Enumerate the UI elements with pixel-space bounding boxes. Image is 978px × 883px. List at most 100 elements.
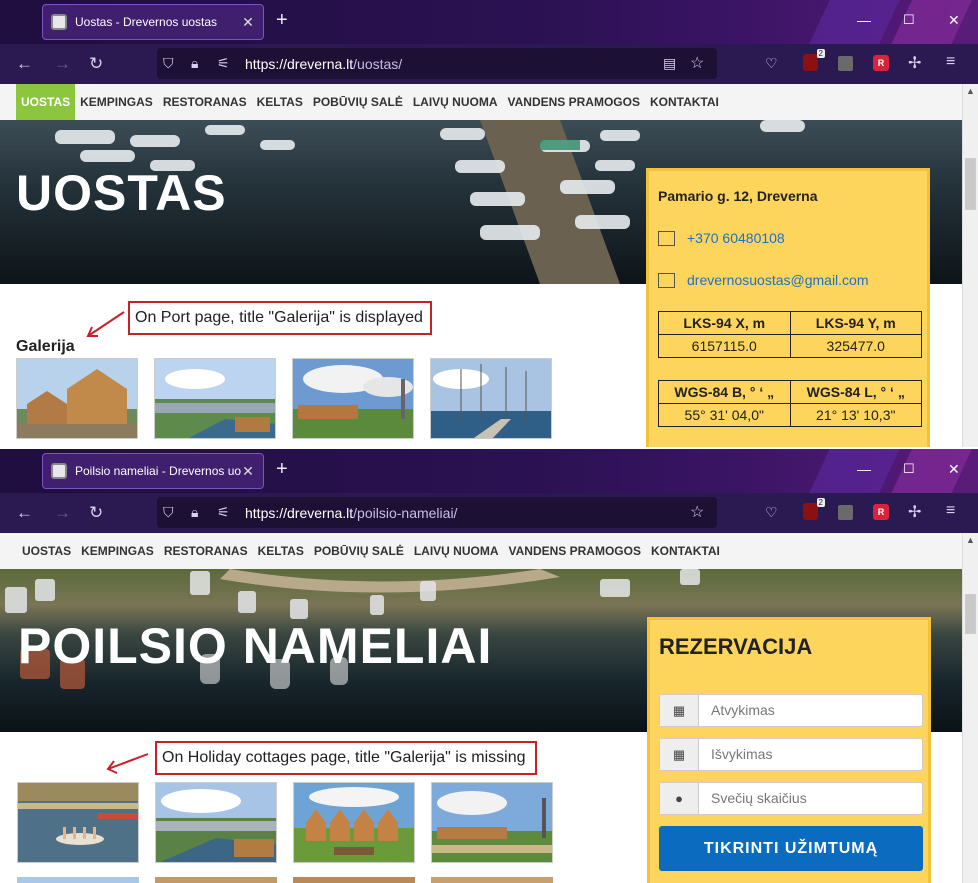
checkout-input[interactable]: ▦ Išvykimas	[659, 738, 923, 771]
gallery-thumbnail[interactable]	[293, 877, 415, 883]
contact-box: Pamario g. 12, Dreverna +370 60480108 dr…	[646, 168, 930, 448]
maximize-icon[interactable]: ☐	[903, 12, 915, 28]
forward-icon[interactable]: →	[54, 503, 71, 523]
tab-title: Poilsio nameliai - Drevernos uos	[75, 464, 241, 478]
pocket-icon[interactable]: ♡	[765, 55, 778, 72]
permissions-icon[interactable]: ⚟	[217, 504, 230, 521]
lks-y-header: LKS-94 Y, m	[789, 311, 922, 335]
menu-item-restoranas[interactable]: RESTORANAS	[158, 84, 252, 120]
gallery-thumbnail[interactable]	[155, 877, 277, 883]
page-scrollbar[interactable]: ▲	[962, 533, 978, 883]
reload-icon[interactable]: ↻	[89, 503, 103, 523]
minimize-icon[interactable]: —	[857, 461, 871, 477]
gallery-thumbnail[interactable]	[292, 358, 414, 439]
annotation-cottages-page: On Holiday cottages page, title "Galerij…	[155, 741, 537, 775]
ublock-icon[interactable]: 2	[803, 498, 825, 520]
new-tab-icon[interactable]: +	[276, 459, 288, 479]
wgs-l-header: WGS-84 L, ° ʻ „	[789, 380, 922, 404]
forward-icon[interactable]: →	[54, 54, 71, 74]
shield-icon[interactable]: ⛉	[163, 504, 174, 521]
annotation-port-page: On Port page, title "Galerija" is displa…	[128, 301, 432, 335]
site-main-menu: UOSTAS KEMPINGAS RESTORANAS KELTAS POBŪV…	[0, 533, 962, 569]
url-text[interactable]: https://dreverna.lt/uostas/	[245, 56, 402, 72]
lks-x-header: LKS-94 X, m	[658, 311, 791, 335]
menu-item-keltas[interactable]: KELTAS	[253, 533, 309, 569]
gallery-thumbnail[interactable]	[431, 877, 553, 883]
reader-view-icon[interactable]: ▤	[663, 55, 676, 72]
browser-tab[interactable]: Poilsio nameliai - Drevernos uos ✕	[42, 453, 264, 489]
checkin-input[interactable]: ▦ Atvykimas	[659, 694, 923, 727]
menu-icon[interactable]: ≡	[946, 53, 955, 71]
gallery-thumbnail[interactable]	[16, 358, 138, 439]
red-extension-icon[interactable]: R	[873, 504, 889, 520]
site-main-menu: UOSTAS KEMPINGAS RESTORANAS KELTAS POBŪV…	[0, 84, 962, 120]
menu-item-vandens-pramogos[interactable]: VANDENS PRAMOGOS	[503, 84, 645, 120]
contact-email[interactable]: drevernosuostas@gmail.com	[658, 272, 869, 288]
bookmark-star-icon[interactable]: ☆	[690, 53, 704, 73]
contact-phone[interactable]: +370 60480108	[658, 230, 785, 246]
shield-icon[interactable]: ⛉	[163, 55, 174, 72]
close-window-icon[interactable]: ✕	[948, 12, 960, 29]
annotation-arrow-icon	[106, 753, 149, 774]
lock-icon[interactable]: 🔒︎	[191, 504, 198, 521]
menu-item-laivu-nuoma[interactable]: LAIVŲ NUOMA	[408, 84, 503, 120]
menu-item-kempingas[interactable]: KEMPINGAS	[75, 84, 158, 120]
lock-icon[interactable]: 🔒︎	[191, 55, 198, 72]
menu-item-pobuviu-sale[interactable]: POBŪVIŲ SALĖ	[308, 84, 408, 120]
back-icon[interactable]: ←	[16, 503, 33, 523]
tab-bar: Uostas - Drevernos uostas ✕ + — ☐ ✕	[0, 0, 978, 70]
calendar-icon: ▦	[660, 695, 699, 726]
minimize-icon[interactable]: —	[857, 12, 871, 28]
menu-item-restoranas[interactable]: RESTORANAS	[159, 533, 253, 569]
gallery-thumbnail[interactable]	[430, 358, 552, 439]
menu-item-kontaktai[interactable]: KONTAKTAI	[646, 533, 725, 569]
menu-item-kontaktai[interactable]: KONTAKTAI	[645, 84, 724, 120]
address-bar[interactable]: ⛉ 🔒︎ ⚟ https://dreverna.lt/uostas/ ▤ ☆	[157, 48, 717, 79]
menu-item-pobuviu-sale[interactable]: POBŪVIŲ SALĖ	[309, 533, 409, 569]
lks-x-value: 6157115.0	[658, 334, 791, 358]
guests-input[interactable]: ● Svečių skaičius	[659, 782, 923, 815]
new-tab-icon[interactable]: +	[276, 10, 288, 30]
extension-puzzle-icon[interactable]: ✢	[908, 53, 921, 73]
menu-item-vandens-pramogos[interactable]: VANDENS PRAMOGOS	[504, 533, 646, 569]
permissions-icon[interactable]: ⚟	[217, 55, 230, 72]
red-extension-icon[interactable]: R	[873, 55, 889, 71]
tab-bar: Poilsio nameliai - Drevernos uos ✕ + — ☐…	[0, 449, 978, 519]
reload-icon[interactable]: ↻	[89, 54, 103, 74]
gallery-thumbnail[interactable]	[154, 358, 276, 439]
user-icon: ●	[660, 783, 699, 814]
menu-item-uostas[interactable]: UOSTAS	[16, 84, 76, 120]
bookmark-star-icon[interactable]: ☆	[690, 502, 704, 522]
extension-puzzle-icon[interactable]: ✢	[908, 502, 921, 522]
menu-item-kempingas[interactable]: KEMPINGAS	[76, 533, 159, 569]
menu-item-laivu-nuoma[interactable]: LAIVŲ NUOMA	[409, 533, 504, 569]
lks-y-value: 325477.0	[789, 334, 922, 358]
close-tab-icon[interactable]: ✕	[241, 14, 255, 31]
menu-icon[interactable]: ≡	[946, 502, 955, 520]
extension-icon[interactable]	[838, 56, 853, 71]
back-icon[interactable]: ←	[16, 54, 33, 74]
extension-icon[interactable]	[838, 505, 853, 520]
reservation-box: REZERVACIJA ▦ Atvykimas ▦ Išvykimas ● Sv…	[647, 617, 931, 883]
close-tab-icon[interactable]: ✕	[241, 463, 255, 480]
maximize-icon[interactable]: ☐	[903, 461, 915, 477]
wgs-l-value: 21° 13' 10,3"	[789, 403, 922, 427]
lks-coordinates-table: LKS-94 X, m LKS-94 Y, m 6157115.0 325477.0	[658, 311, 922, 358]
menu-item-uostas[interactable]: UOSTAS	[17, 533, 76, 569]
gallery-thumbnail[interactable]	[17, 782, 139, 863]
page-scrollbar[interactable]: ▲	[962, 84, 978, 448]
wgs-b-header: WGS-84 B, ° ʻ „	[658, 380, 791, 404]
close-window-icon[interactable]: ✕	[948, 461, 960, 478]
check-availability-button[interactable]: TIKRINTI UŽIMTUMĄ	[659, 826, 923, 871]
address-bar[interactable]: ⛉ 🔒︎ ⚟ https://dreverna.lt/poilsio-namel…	[157, 497, 717, 528]
url-text[interactable]: https://dreverna.lt/poilsio-nameliai/	[245, 505, 457, 521]
menu-item-keltas[interactable]: KELTAS	[252, 84, 308, 120]
ublock-icon[interactable]: 2	[803, 49, 825, 71]
contact-address: Pamario g. 12, Dreverna	[658, 188, 818, 204]
gallery-thumbnail[interactable]	[155, 782, 277, 863]
browser-tab[interactable]: Uostas - Drevernos uostas ✕	[42, 4, 264, 40]
gallery-thumbnail[interactable]	[293, 782, 415, 863]
gallery-thumbnail[interactable]	[17, 877, 139, 883]
gallery-thumbnail[interactable]	[431, 782, 553, 863]
pocket-icon[interactable]: ♡	[765, 504, 778, 521]
